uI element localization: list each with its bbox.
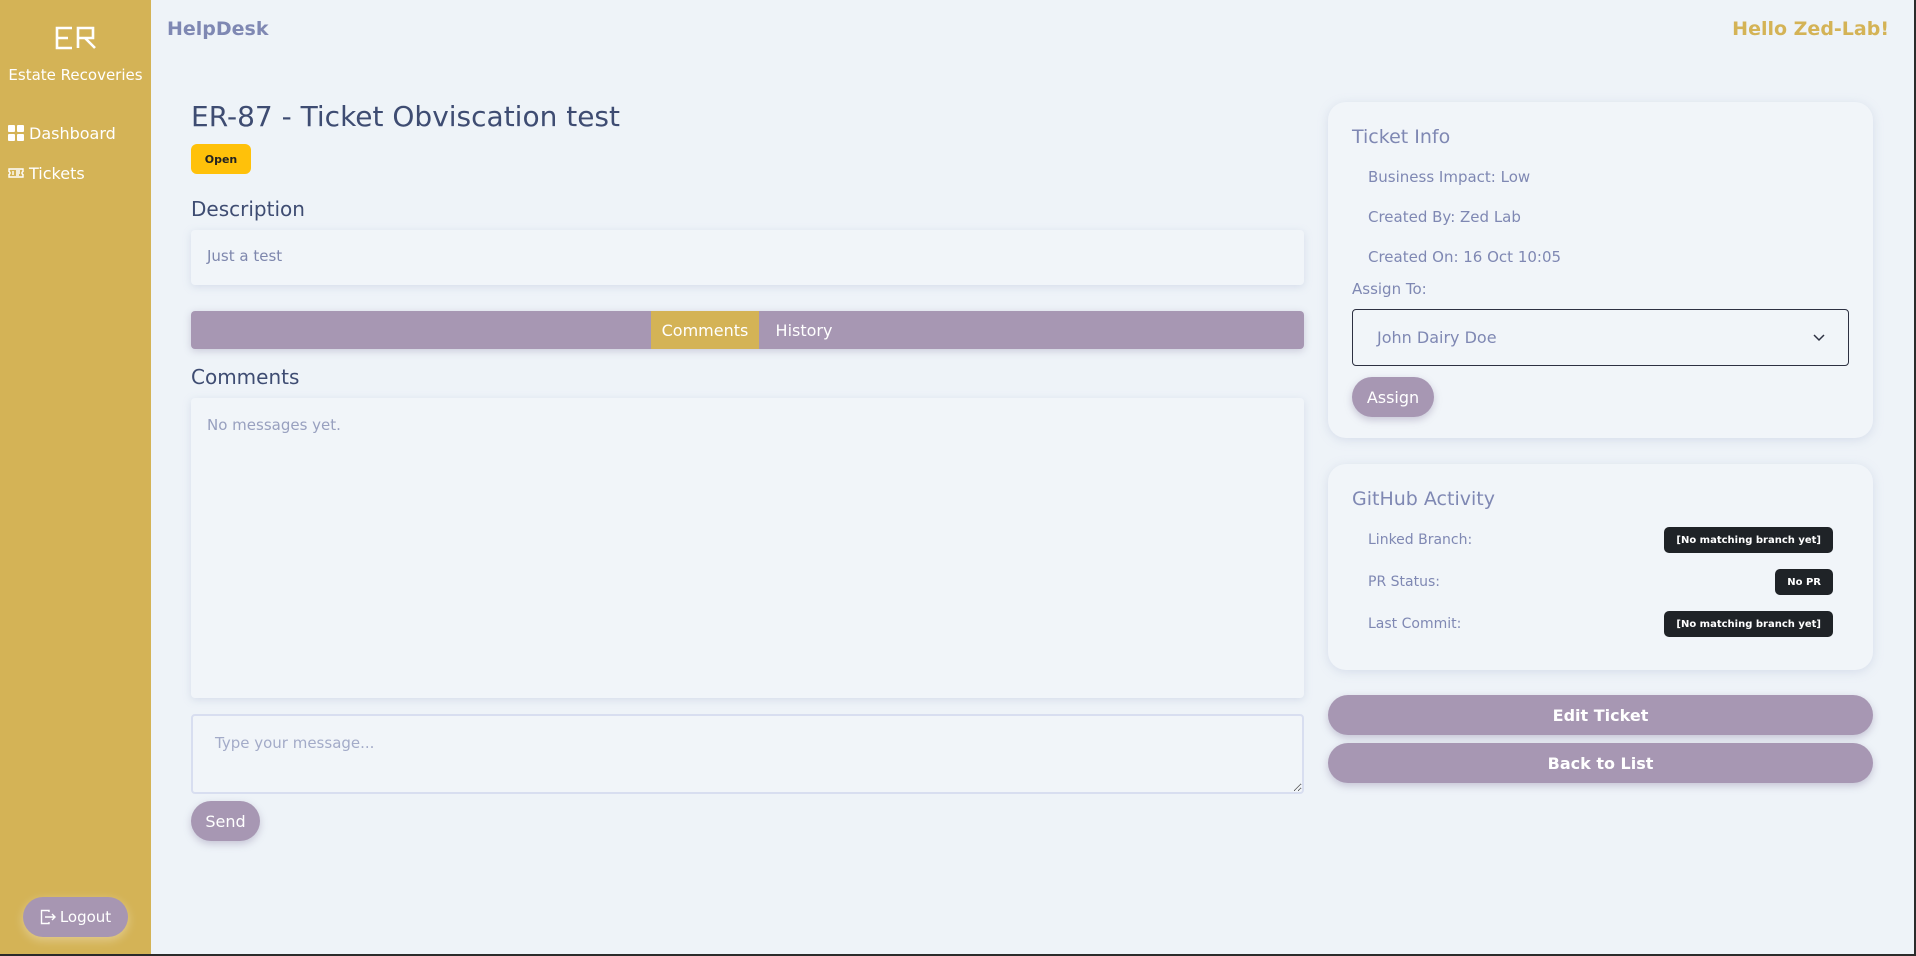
sidebar-item-tickets[interactable]: Tickets xyxy=(8,161,85,185)
ticket-info-card: Ticket Info Business Impact: Low Created… xyxy=(1328,102,1873,438)
business-impact: Business Impact: Low xyxy=(1368,168,1531,186)
github-activity-card: GitHub Activity Linked Branch: [No match… xyxy=(1328,464,1873,670)
tab-bar: Comments History xyxy=(191,311,1304,349)
logout-button[interactable]: Logout xyxy=(23,897,128,937)
sidebar-item-label: Dashboard xyxy=(29,123,116,143)
linked-branch-badge: [No matching branch yet] xyxy=(1664,527,1833,553)
pr-status-badge: No PR xyxy=(1775,569,1833,595)
ticket-icon xyxy=(8,165,24,181)
sidebar-item-label: Tickets xyxy=(29,163,85,183)
last-commit-label: Last Commit: xyxy=(1368,616,1462,632)
created-by: Created By: Zed Lab xyxy=(1368,208,1521,226)
app-title[interactable]: HelpDesk xyxy=(167,18,269,40)
user-greeting: Hello Zed-Lab! xyxy=(1732,18,1889,40)
description-box: Just a test xyxy=(191,230,1304,285)
assignee-select[interactable]: John Dairy Doe xyxy=(1352,309,1849,366)
linked-branch-label: Linked Branch: xyxy=(1368,532,1473,548)
sidebar-item-dashboard[interactable]: Dashboard xyxy=(8,121,116,145)
ticket-info-heading: Ticket Info xyxy=(1352,126,1451,148)
last-commit-badge: [No matching branch yet] xyxy=(1664,611,1833,637)
sidebar: Estate Recoveries Dashboard Tickets Logo… xyxy=(0,0,151,956)
grid-icon xyxy=(8,125,24,141)
description-heading: Description xyxy=(191,197,305,221)
created-on: Created On: 16 Oct 10:05 xyxy=(1368,248,1562,266)
comments-heading: Comments xyxy=(191,365,300,389)
status-badge: Open xyxy=(191,144,251,174)
pr-status-label: PR Status: xyxy=(1368,574,1440,590)
logo-icon xyxy=(55,26,96,50)
tab-history[interactable]: History xyxy=(759,311,849,349)
github-activity-heading: GitHub Activity xyxy=(1352,488,1495,510)
chevron-down-icon xyxy=(1813,334,1825,342)
brand-name: Estate Recoveries xyxy=(8,66,143,84)
assign-button[interactable]: Assign xyxy=(1352,377,1434,417)
logout-icon xyxy=(40,909,56,925)
logout-label: Logout xyxy=(59,908,112,926)
assign-to-label: Assign To: xyxy=(1352,280,1427,298)
send-button[interactable]: Send xyxy=(191,801,260,841)
back-to-list-button[interactable]: Back to List xyxy=(1328,743,1873,783)
message-input[interactable] xyxy=(191,714,1304,794)
page-title: ER-87 - Ticket Obviscation test xyxy=(191,100,620,133)
assignee-value: John Dairy Doe xyxy=(1377,328,1497,347)
comments-list: No messages yet. xyxy=(191,398,1304,698)
edit-ticket-button[interactable]: Edit Ticket xyxy=(1328,695,1873,735)
empty-comments-text: No messages yet. xyxy=(207,416,341,434)
tab-comments[interactable]: Comments xyxy=(651,311,759,349)
